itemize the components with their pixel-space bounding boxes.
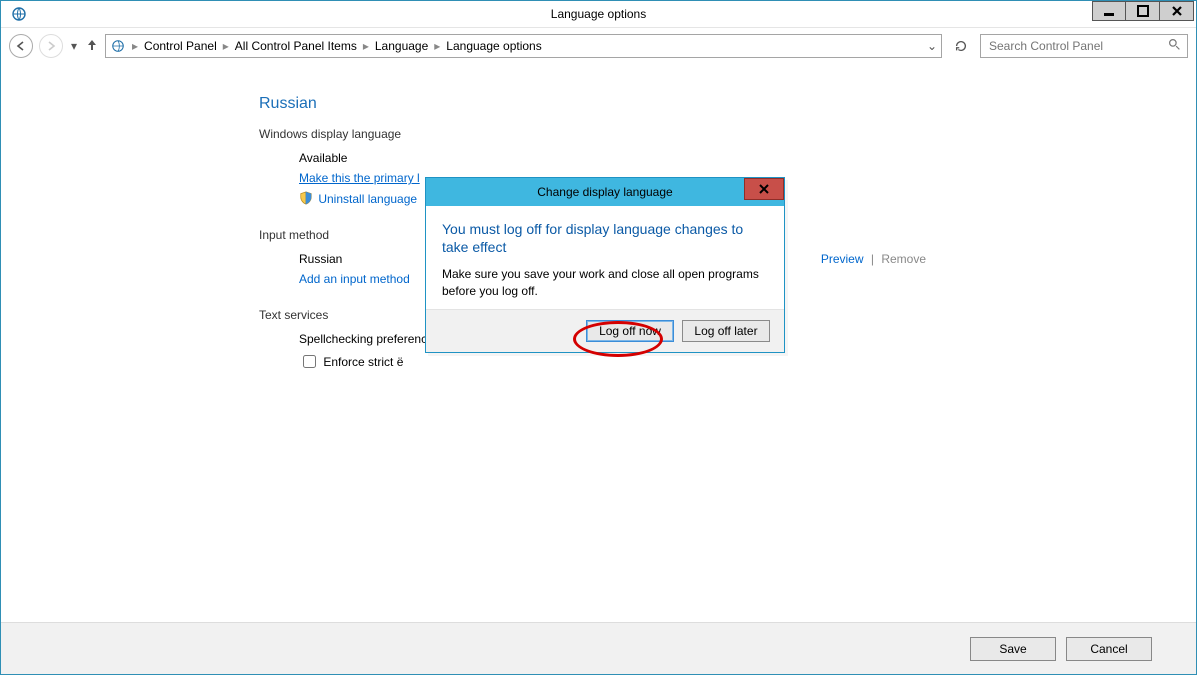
remove-link[interactable]: Remove	[881, 252, 926, 266]
make-primary-link[interactable]: Make this the primary l	[299, 171, 420, 185]
breadcrumb-sep: ▸	[128, 39, 142, 53]
display-language-label: Windows display language	[259, 127, 1196, 141]
enforce-strict-e-checkbox[interactable]	[303, 355, 316, 368]
language-app-icon	[9, 4, 29, 24]
window-controls	[1092, 1, 1194, 21]
nav-back-button[interactable]	[9, 34, 33, 58]
log-off-now-button[interactable]: Log off now	[586, 320, 674, 342]
window-titlebar: Language options	[1, 1, 1196, 28]
display-language-status: Available	[299, 151, 1196, 165]
input-method-value: Russian	[299, 252, 342, 266]
close-button[interactable]	[1160, 1, 1194, 21]
breadcrumb-sep: ▸	[430, 39, 444, 53]
cancel-button[interactable]: Cancel	[1066, 637, 1152, 661]
nav-up-button[interactable]	[85, 38, 99, 55]
dialog-heading: You must log off for display language ch…	[442, 220, 768, 256]
page-heading: Russian	[259, 95, 1196, 113]
enforce-strict-e-label: Enforce strict ё	[323, 355, 403, 369]
navigation-bar: ▾ ▸ Control Panel ▸ All Control Panel It…	[1, 28, 1196, 64]
breadcrumb-all-items[interactable]: All Control Panel Items	[235, 39, 357, 53]
nav-forward-button[interactable]	[39, 34, 63, 58]
dialog-title: Change display language	[537, 185, 672, 199]
dialog-titlebar[interactable]: Change display language	[426, 178, 784, 206]
refresh-button[interactable]	[948, 34, 974, 58]
address-dropdown-icon[interactable]: ⌄	[927, 39, 937, 53]
uninstall-language-link[interactable]: Uninstall language	[318, 192, 417, 206]
breadcrumb-control-panel[interactable]: Control Panel	[144, 39, 217, 53]
link-separator: |	[867, 252, 878, 266]
log-off-later-button[interactable]: Log off later	[682, 320, 770, 342]
preview-link[interactable]: Preview	[821, 252, 864, 266]
breadcrumb-sep: ▸	[359, 39, 373, 53]
breadcrumb-sep: ▸	[219, 39, 233, 53]
breadcrumb-language[interactable]: Language	[375, 39, 428, 53]
window-title: Language options	[551, 7, 646, 21]
dialog-message: Make sure you save your work and close a…	[442, 266, 768, 298]
search-icon	[1168, 38, 1181, 54]
search-input[interactable]	[987, 38, 1157, 54]
address-bar[interactable]: ▸ Control Panel ▸ All Control Panel Item…	[105, 34, 942, 58]
language-path-icon	[110, 38, 126, 54]
minimize-button[interactable]	[1092, 1, 1126, 21]
nav-history-dropdown[interactable]: ▾	[69, 39, 79, 53]
dialog-button-row: Log off now Log off later	[426, 309, 784, 352]
footer-bar: Save Cancel	[1, 622, 1196, 674]
search-box[interactable]	[980, 34, 1188, 58]
add-input-method-link[interactable]: Add an input method	[299, 272, 410, 286]
breadcrumb-language-options[interactable]: Language options	[446, 39, 541, 53]
dialog-body: You must log off for display language ch…	[426, 206, 784, 309]
change-display-language-dialog: Change display language You must log off…	[425, 177, 785, 353]
dialog-close-button[interactable]	[744, 178, 784, 200]
uac-shield-icon	[299, 191, 313, 205]
maximize-button[interactable]	[1126, 1, 1160, 21]
save-button[interactable]: Save	[970, 637, 1056, 661]
